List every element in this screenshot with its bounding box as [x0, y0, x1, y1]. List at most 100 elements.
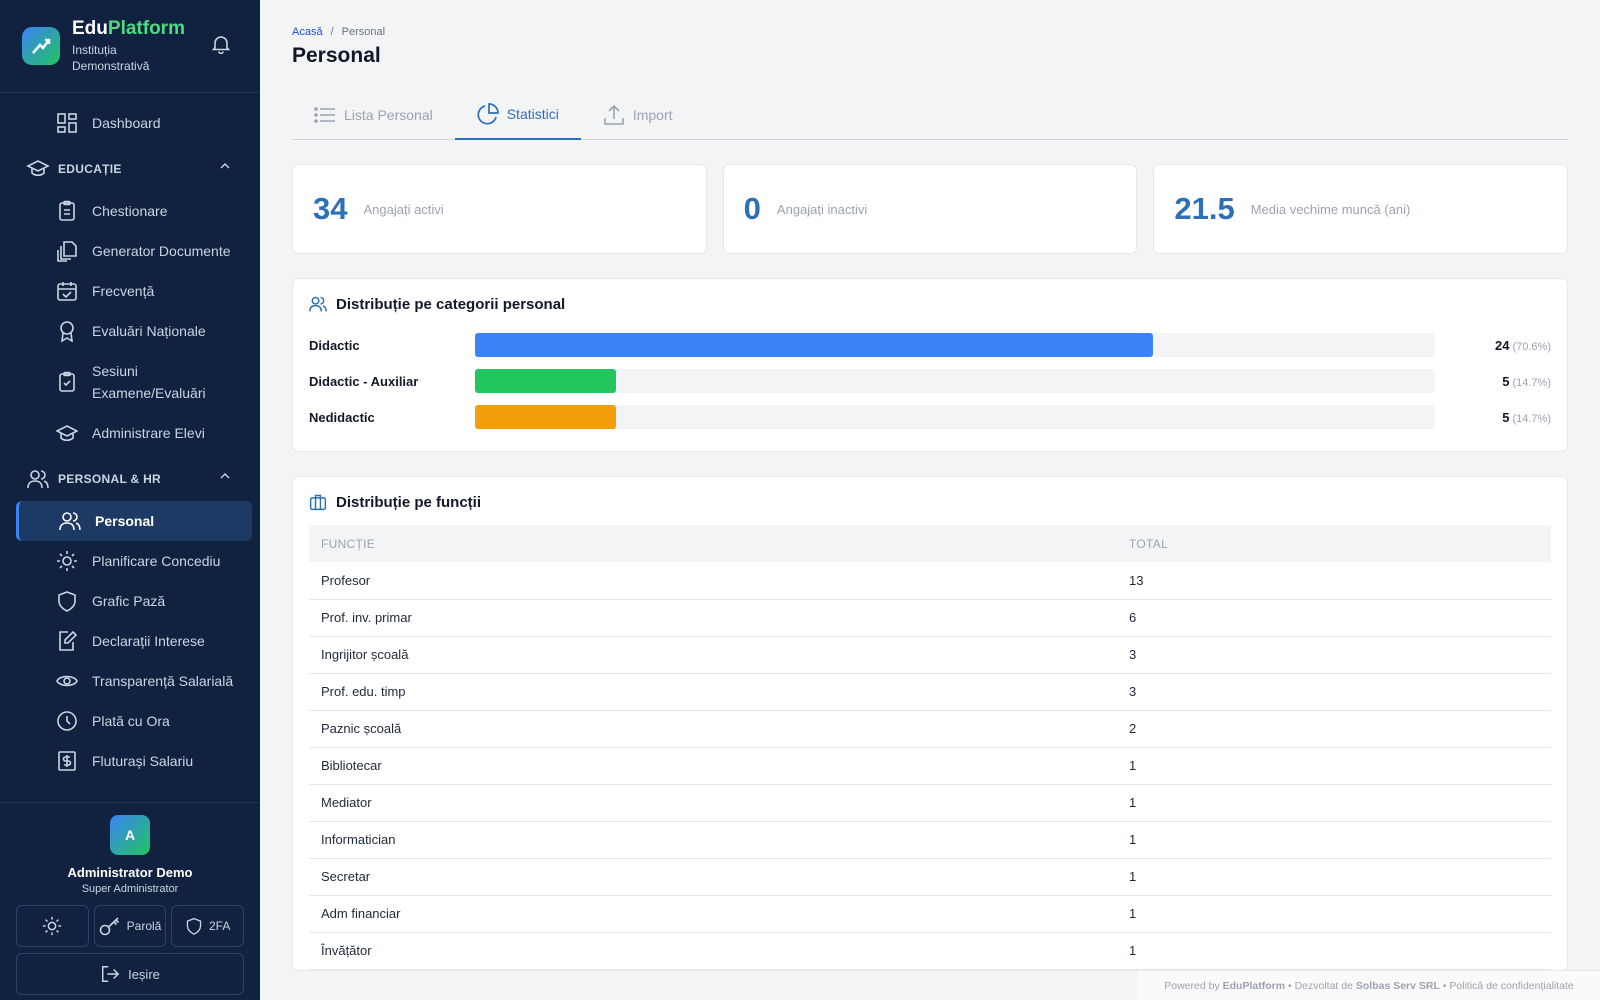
bell-icon[interactable]	[212, 34, 230, 54]
sidebar-item-generator-documente[interactable]: Generator Documente	[0, 231, 260, 271]
tab-statistici[interactable]: Statistici	[454, 90, 581, 140]
category-bar-track	[475, 369, 1435, 393]
category-row: Didactic - Auxiliar 5 (14.7%)	[309, 363, 1551, 399]
tab-label: Lista Personal	[344, 106, 433, 123]
function-cell: Profesor	[309, 562, 1117, 600]
footer-privacy-link[interactable]: Politică de confidențialitate	[1449, 980, 1573, 992]
function-cell: Învățător	[309, 932, 1117, 970]
avatar[interactable]: A	[110, 815, 150, 855]
category-bar-fill	[475, 369, 617, 393]
change-password-button[interactable]: Parolă	[93, 905, 167, 947]
category-count: 24	[1495, 337, 1510, 353]
breadcrumb: Acasă / Personal	[292, 26, 1568, 38]
category-bar-track	[475, 405, 1435, 429]
users-icon	[59, 510, 81, 532]
sidebar-item-label: Dashboard	[92, 115, 161, 131]
table-row: Prof. edu. timp 3	[309, 673, 1551, 711]
brand-header: EduPlatform Instituția Demonstrativă	[0, 0, 260, 93]
category-percent: (14.7%)	[1512, 412, 1551, 425]
sidebar-item-evaluari-nationale[interactable]: Evaluări Naționale	[0, 311, 260, 351]
breadcrumb-current: Personal	[341, 26, 386, 38]
award-icon	[56, 320, 78, 342]
list-icon	[314, 106, 336, 124]
sidebar-item-chestionare[interactable]: Chestionare	[0, 191, 260, 231]
section-personal-hr[interactable]: PERSONAL & HR	[0, 457, 260, 501]
sidebar-item-dashboard[interactable]: Dashboard	[0, 103, 260, 143]
sidebar-item-administrare-elevi[interactable]: Administrare Elevi	[0, 413, 260, 453]
stat-active-employees: 34 Angajați activi	[292, 164, 707, 254]
total-cell: 6	[1117, 599, 1551, 637]
logout-button[interactable]: Ieșire	[16, 953, 244, 995]
stat-average-seniority: 21.5 Media vechime muncă (ani)	[1153, 164, 1569, 254]
chevron-up-icon	[220, 163, 230, 169]
stat-value: 34	[313, 191, 348, 226]
category-bar-fill	[475, 405, 617, 429]
stats-row: 34 Angajați activi 0 Angajați inactivi 2…	[292, 164, 1569, 254]
sidebar-item-frecventa[interactable]: Frecvență	[0, 271, 260, 311]
tab-import[interactable]: Import	[581, 90, 695, 139]
category-label: Didactic - Auxiliar	[309, 373, 419, 389]
sidebar-item-label: Planificare Concediu	[92, 553, 221, 569]
sidebar-item-transparenta-salariala[interactable]: Transparență Salarială	[0, 661, 260, 701]
sidebar-item-label: Chestionare	[92, 203, 168, 219]
category-row: Nedidactic 5 (14.7%)	[309, 399, 1551, 435]
column-header-function[interactable]: FUNCȚIE	[309, 525, 1117, 562]
documents-icon	[56, 240, 78, 262]
category-label: Nedidactic	[309, 409, 375, 425]
calendar-icon	[56, 280, 78, 302]
functions-table: FUNCȚIE TOTAL Profesor 13 Prof. inv. prima…	[309, 525, 1551, 970]
sidebar-item-fluturasi-salariu[interactable]: Fluturași Salariu	[0, 741, 260, 781]
footer-separator: •	[1442, 979, 1447, 992]
column-header-total[interactable]: TOTAL	[1117, 525, 1551, 562]
app-logo[interactable]	[22, 27, 60, 65]
footer-company-link[interactable]: Solbas Serv SRL	[1356, 980, 1440, 992]
sidebar-item-label: Fluturași Salariu	[92, 753, 194, 769]
breadcrumb-home-link[interactable]: Acasă	[292, 26, 323, 38]
tab-lista-personal[interactable]: Lista Personal	[292, 90, 455, 139]
category-count: 5	[1502, 409, 1510, 425]
category-row: Didactic 24 (70.6%)	[309, 327, 1551, 363]
stat-label: Angajați inactivi	[776, 201, 868, 217]
footer-powered: Powered by	[1164, 979, 1220, 992]
table-row: Ingrijitor școală 3	[309, 636, 1551, 674]
sidebar-item-label: Personal	[95, 513, 155, 529]
sidebar-item-grafic-paza[interactable]: Grafic Pază	[0, 581, 260, 621]
edit-document-icon	[56, 630, 78, 652]
twofa-button[interactable]: 2FA	[171, 905, 245, 947]
tab-label: Statistici	[506, 106, 559, 122]
shield-icon	[56, 590, 78, 612]
function-cell: Prof. inv. primar	[309, 599, 1117, 637]
categories-card-header: Distribuție pe categorii personal	[309, 295, 1551, 313]
stat-value: 0	[743, 191, 761, 226]
footer-developed: Dezvoltat de	[1294, 979, 1353, 992]
stat-label: Angajați activi	[363, 201, 444, 217]
section-education[interactable]: EDUCAȚIE	[0, 147, 260, 191]
sidebar-item-plata-cu-ora[interactable]: Plată cu Ora	[0, 701, 260, 741]
total-cell: 1	[1117, 784, 1551, 822]
graduation-cap-icon	[56, 422, 78, 444]
sidebar-item-label: Plată cu Ora	[92, 713, 170, 729]
eye-icon	[56, 670, 78, 692]
logout-icon	[100, 964, 120, 984]
sidebar-item-sesiuni-examene[interactable]: Sesiuni Examene/Evaluări	[0, 351, 260, 413]
chevron-up-icon	[220, 473, 230, 479]
function-cell: Secretar	[309, 858, 1117, 896]
section-label: PERSONAL & HR	[58, 472, 162, 486]
total-cell: 13	[1117, 562, 1551, 600]
function-cell: Adm financiar	[309, 895, 1117, 933]
user-name: Administrator Demo	[67, 865, 193, 880]
total-cell: 2	[1117, 710, 1551, 748]
category-percent: (70.6%)	[1512, 340, 1551, 353]
category-bars: Didactic 24 (70.6%) Didactic - Auxiliar 5 (14…	[309, 327, 1551, 435]
category-value: 24 (70.6%)	[1435, 338, 1551, 353]
sidebar-item-personal[interactable]: Personal	[16, 501, 252, 541]
theme-toggle-button[interactable]	[16, 905, 89, 947]
category-value: 5 (14.7%)	[1435, 410, 1551, 425]
sidebar-item-planificare-concediu[interactable]: Planificare Concediu	[0, 541, 260, 581]
functions-card: Distribuție pe funcții FUNCȚIE TOTAL Pro…	[292, 476, 1568, 971]
tab-bar: Lista Personal Statistici Import	[292, 90, 1568, 140]
page-title: Personal	[292, 44, 381, 67]
clock-icon	[56, 710, 78, 732]
footer-brand: EduPlatform	[1222, 979, 1286, 992]
sidebar-item-declaratii-interese[interactable]: Declarații Interese	[0, 621, 260, 661]
